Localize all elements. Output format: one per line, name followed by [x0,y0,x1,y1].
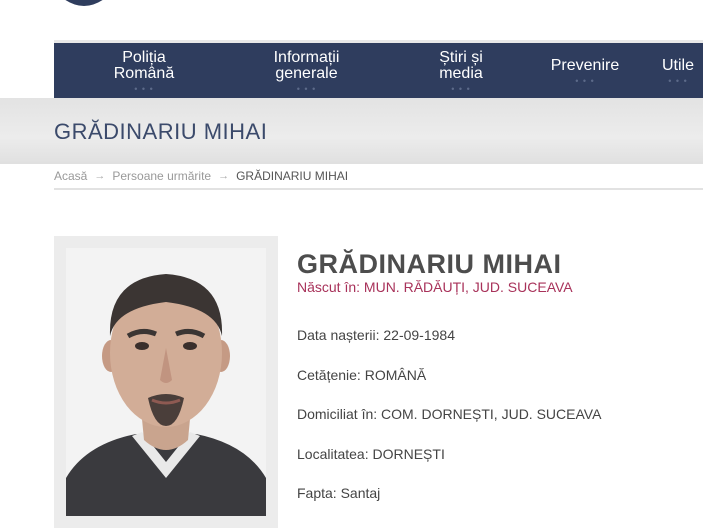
nav-dots: • • • [668,75,688,86]
breadcrumb-arrow-icon: → [218,170,230,182]
nav-item-politia-romana[interactable]: Poliția Română • • • [104,43,184,98]
field-birth-date: Data nașterii: 22-09-1984 [297,327,455,343]
breadcrumb-current: GRĂDINARIU MIHAI [236,169,349,183]
photo-frame [54,236,278,528]
nav-dots: • • • [296,83,317,94]
nav-item-label: Utile [661,56,694,74]
nav-item-label: Informații generale [273,48,340,82]
person-name: GRĂDINARIU MIHAI [297,249,562,279]
nav-dots: • • • [134,83,154,94]
page-title: GRĂDINARIU MIHAI [54,119,268,144]
field-offence: Fapta: Santaj [297,485,381,501]
nav-item-prevenire[interactable]: Prevenire • • • [539,43,631,98]
nav-item-stiri-media[interactable]: Știri și media • • • [421,43,501,98]
breadcrumb: Acasă → Persoane urmărite → GRĂDINARIU M… [54,169,348,183]
field-locality: Localitatea: DORNEȘTI [297,446,445,462]
nav-item-label: Știri și media [439,48,483,82]
birth-place: Născut în: MUN. RĂDĂUȚI, JUD. SUCEAVA [297,279,573,295]
nav-dots: • • • [451,83,471,94]
nav-item-label: Prevenire [550,56,620,74]
field-domicile: Domiciliat în: COM. DORNEȘTI, JUD. SUCEA… [297,406,602,422]
main-nav: Poliția Română • • • Informații generale… [54,40,703,98]
breadcrumb-arrow-icon: → [94,170,106,182]
breadcrumb-section-link[interactable]: Persoane urmărite [112,169,211,183]
nav-dots: • • • [575,75,595,86]
nav-item-label: Poliția Română [113,48,175,82]
nav-item-informatii-generale[interactable]: Informații generale • • • [259,43,354,98]
breadcrumb-home-link[interactable]: Acasă [54,169,87,183]
person-photo [66,248,266,516]
field-citizenship: Cetățenie: ROMÂNĂ [297,367,427,383]
divider [54,188,703,190]
nav-item-utile[interactable]: Utile • • • [648,43,703,98]
police-logo[interactable] [56,0,112,14]
